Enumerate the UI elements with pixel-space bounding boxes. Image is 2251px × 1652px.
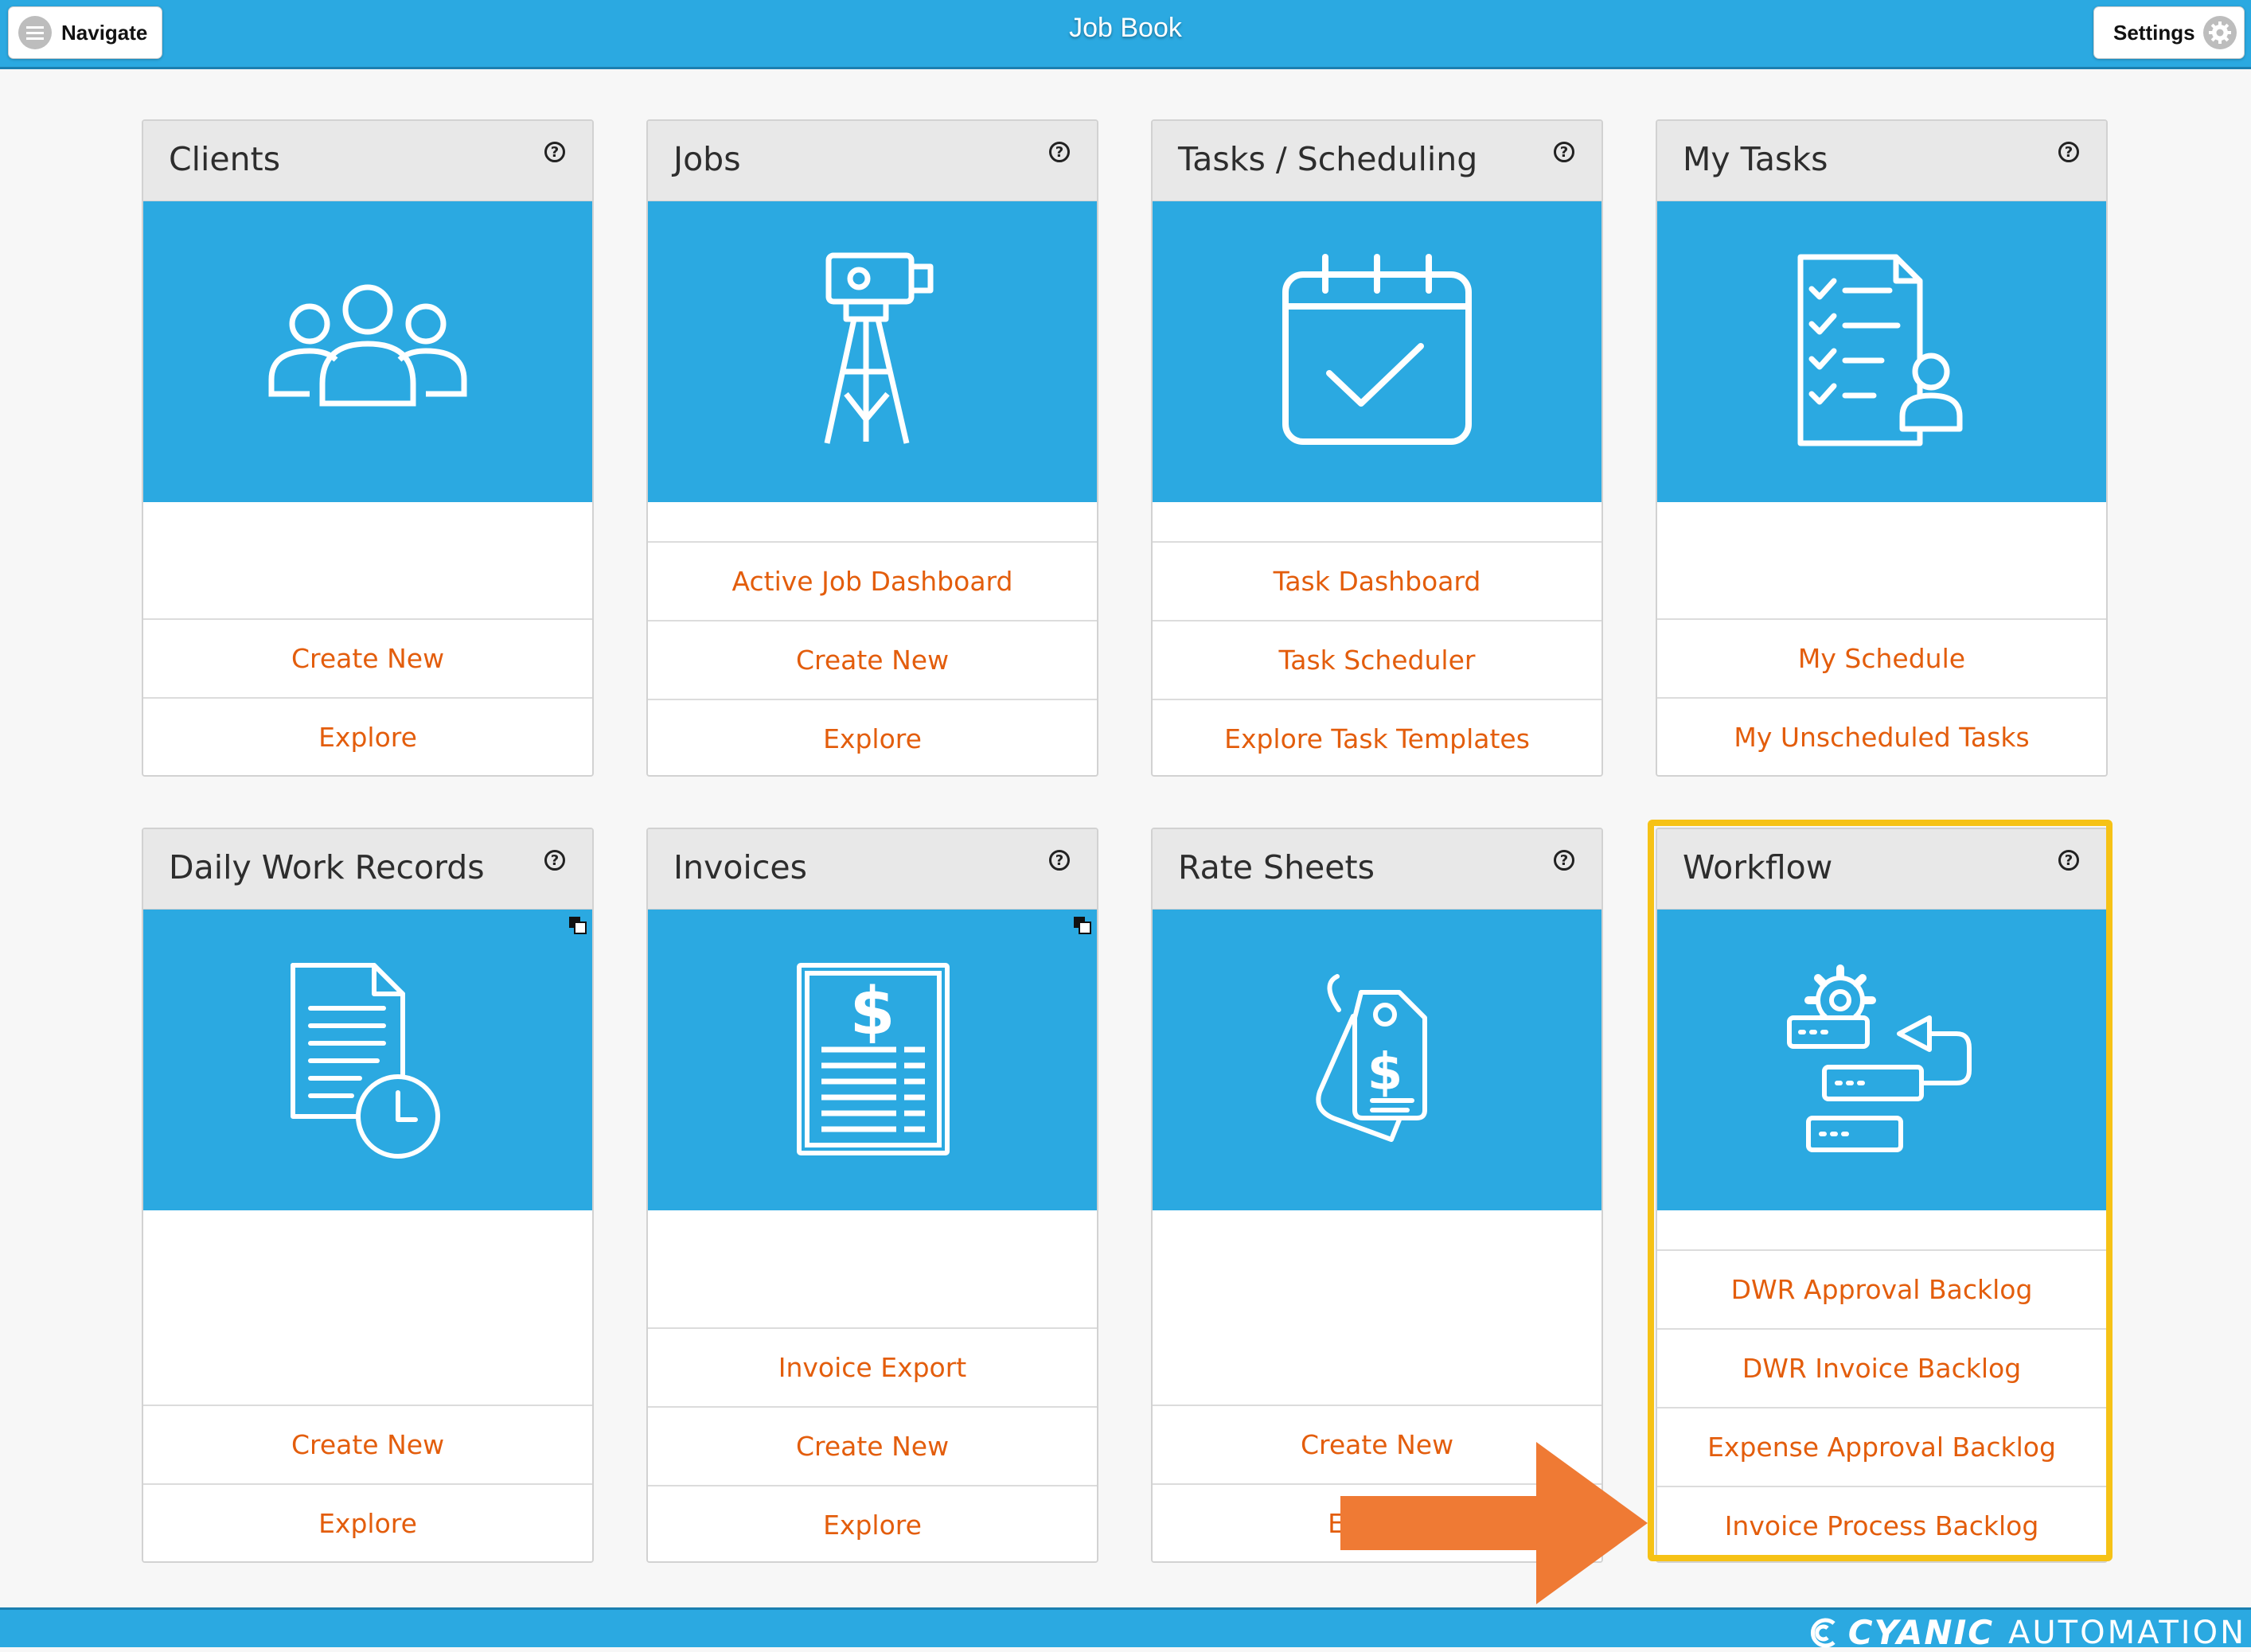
checklist-person-icon bbox=[1797, 254, 1963, 446]
link-dwr-approval-backlog[interactable]: DWR Approval Backlog bbox=[1657, 1249, 2106, 1328]
card-image-jobs[interactable] bbox=[648, 201, 1097, 502]
card-header: Clients ? bbox=[143, 121, 592, 201]
card-header: Invoices ? bbox=[648, 829, 1097, 910]
link-explore[interactable]: Explore bbox=[143, 697, 592, 775]
card-spacer bbox=[648, 1210, 1097, 1327]
gear-icon bbox=[2202, 16, 2237, 49]
link-my-schedule[interactable]: My Schedule bbox=[1657, 618, 2106, 697]
card-title: Daily Work Records bbox=[169, 848, 485, 886]
card-image-clients[interactable] bbox=[143, 201, 592, 502]
card-image-workflow[interactable] bbox=[1657, 910, 2106, 1210]
help-icon[interactable]: ? bbox=[2058, 142, 2079, 162]
link-active-job-dashboard[interactable]: Active Job Dashboard bbox=[648, 541, 1097, 620]
card-spacer bbox=[1153, 502, 1601, 541]
card-workflow: Workflow ? DWR Approval Backlog DWR Invo… bbox=[1656, 828, 2108, 1563]
card-spacer bbox=[143, 502, 592, 618]
price-tag-icon: $ bbox=[1316, 974, 1427, 1142]
card-image-invoices[interactable]: $ bbox=[648, 910, 1097, 1210]
card-title: Invoices bbox=[673, 848, 807, 886]
link-create-new[interactable]: Create New bbox=[648, 620, 1097, 699]
calendar-check-icon bbox=[1282, 254, 1472, 445]
link-create-new[interactable]: Create New bbox=[143, 618, 592, 697]
invoice-dollar-icon: $ bbox=[797, 963, 950, 1155]
card-title: Jobs bbox=[673, 140, 741, 178]
card-header: Jobs ? bbox=[648, 121, 1097, 201]
link-explore[interactable]: Explore bbox=[143, 1483, 592, 1561]
card-header: Rate Sheets ? bbox=[1153, 829, 1601, 910]
people-icon bbox=[268, 284, 467, 407]
link-explore-task-templates[interactable]: Explore Task Templates bbox=[1153, 699, 1601, 775]
help-icon[interactable]: ? bbox=[544, 142, 565, 162]
top-bar: Navigate Job Book Settings bbox=[0, 0, 2251, 69]
card-header: My Tasks ? bbox=[1657, 121, 2106, 201]
annotation-arrow-icon bbox=[1340, 1442, 1648, 1604]
card-invoices: Invoices ? $ Invoice Export Create New E… bbox=[646, 828, 1098, 1563]
footer: CYANIC AUTOMATION bbox=[0, 1607, 2251, 1652]
link-create-new[interactable]: Create New bbox=[648, 1406, 1097, 1485]
card-daily-work-records: Daily Work Records ? Create New Explore bbox=[142, 828, 594, 1563]
card-title: Workflow bbox=[1683, 848, 1833, 886]
card-header: Daily Work Records ? bbox=[143, 829, 592, 910]
card-image-rate-sheets[interactable]: $ bbox=[1153, 910, 1601, 1210]
link-expense-approval-backlog[interactable]: Expense Approval Backlog bbox=[1657, 1407, 2106, 1486]
card-spacer bbox=[1657, 502, 2106, 618]
link-invoice-process-backlog[interactable]: Invoice Process Backlog bbox=[1657, 1486, 2106, 1561]
link-invoice-export[interactable]: Invoice Export bbox=[648, 1327, 1097, 1406]
brand-logo: CYANIC AUTOMATION bbox=[1805, 1613, 2246, 1652]
survey-tripod-icon bbox=[824, 252, 934, 444]
link-task-dashboard[interactable]: Task Dashboard bbox=[1153, 541, 1601, 620]
card-title: My Tasks bbox=[1683, 140, 1828, 178]
card-spacer bbox=[143, 1210, 592, 1405]
card-spacer bbox=[648, 502, 1097, 541]
link-explore[interactable]: Explore bbox=[648, 1485, 1097, 1561]
card-image-tasks[interactable] bbox=[1153, 201, 1601, 502]
workflow-gear-icon bbox=[1787, 964, 1972, 1152]
app-title: Job Book bbox=[1069, 13, 1182, 43]
link-create-new[interactable]: Create New bbox=[143, 1405, 592, 1483]
link-explore[interactable]: Explore bbox=[648, 699, 1097, 775]
svg-text:$: $ bbox=[1367, 1043, 1403, 1102]
card-tasks-scheduling: Tasks / Scheduling ? Task Dashboard Task… bbox=[1151, 119, 1603, 777]
card-image-my-tasks[interactable] bbox=[1657, 201, 2106, 502]
card-title: Rate Sheets bbox=[1178, 848, 1375, 886]
card-image-dwr[interactable] bbox=[143, 910, 592, 1210]
card-title: Clients bbox=[169, 140, 281, 178]
settings-label: Settings bbox=[2113, 20, 2195, 45]
card-my-tasks: My Tasks ? My Schedule My Unscheduled Ta… bbox=[1656, 119, 2108, 777]
brand-name: CYANIC bbox=[1847, 1613, 1995, 1652]
card-title: Tasks / Scheduling bbox=[1178, 140, 1478, 178]
help-icon[interactable]: ? bbox=[1554, 850, 1574, 871]
card-jobs: Jobs ? Active Job Dashboard Create New E… bbox=[646, 119, 1098, 777]
popout-icon[interactable] bbox=[1073, 916, 1092, 935]
card-clients: Clients ? Create New Explore bbox=[142, 119, 594, 777]
card-spacer bbox=[1657, 1210, 2106, 1249]
card-spacer bbox=[1153, 1210, 1601, 1405]
help-icon[interactable]: ? bbox=[1554, 142, 1574, 162]
svg-text:$: $ bbox=[849, 974, 895, 1050]
popout-icon[interactable] bbox=[568, 916, 587, 935]
help-icon[interactable]: ? bbox=[2058, 850, 2079, 871]
document-clock-icon bbox=[291, 963, 440, 1159]
brand-suffix: AUTOMATION bbox=[2008, 1614, 2246, 1651]
cyanic-logo-icon bbox=[1810, 1618, 1836, 1647]
link-my-unscheduled-tasks[interactable]: My Unscheduled Tasks bbox=[1657, 697, 2106, 775]
help-icon[interactable]: ? bbox=[544, 850, 565, 871]
settings-button[interactable]: Settings bbox=[2093, 6, 2245, 59]
card-header: Workflow ? bbox=[1657, 829, 2106, 910]
help-icon[interactable]: ? bbox=[1049, 142, 1070, 162]
link-task-scheduler[interactable]: Task Scheduler bbox=[1153, 620, 1601, 699]
link-dwr-invoice-backlog[interactable]: DWR Invoice Backlog bbox=[1657, 1328, 2106, 1407]
card-header: Tasks / Scheduling ? bbox=[1153, 121, 1601, 201]
help-icon[interactable]: ? bbox=[1049, 850, 1070, 871]
